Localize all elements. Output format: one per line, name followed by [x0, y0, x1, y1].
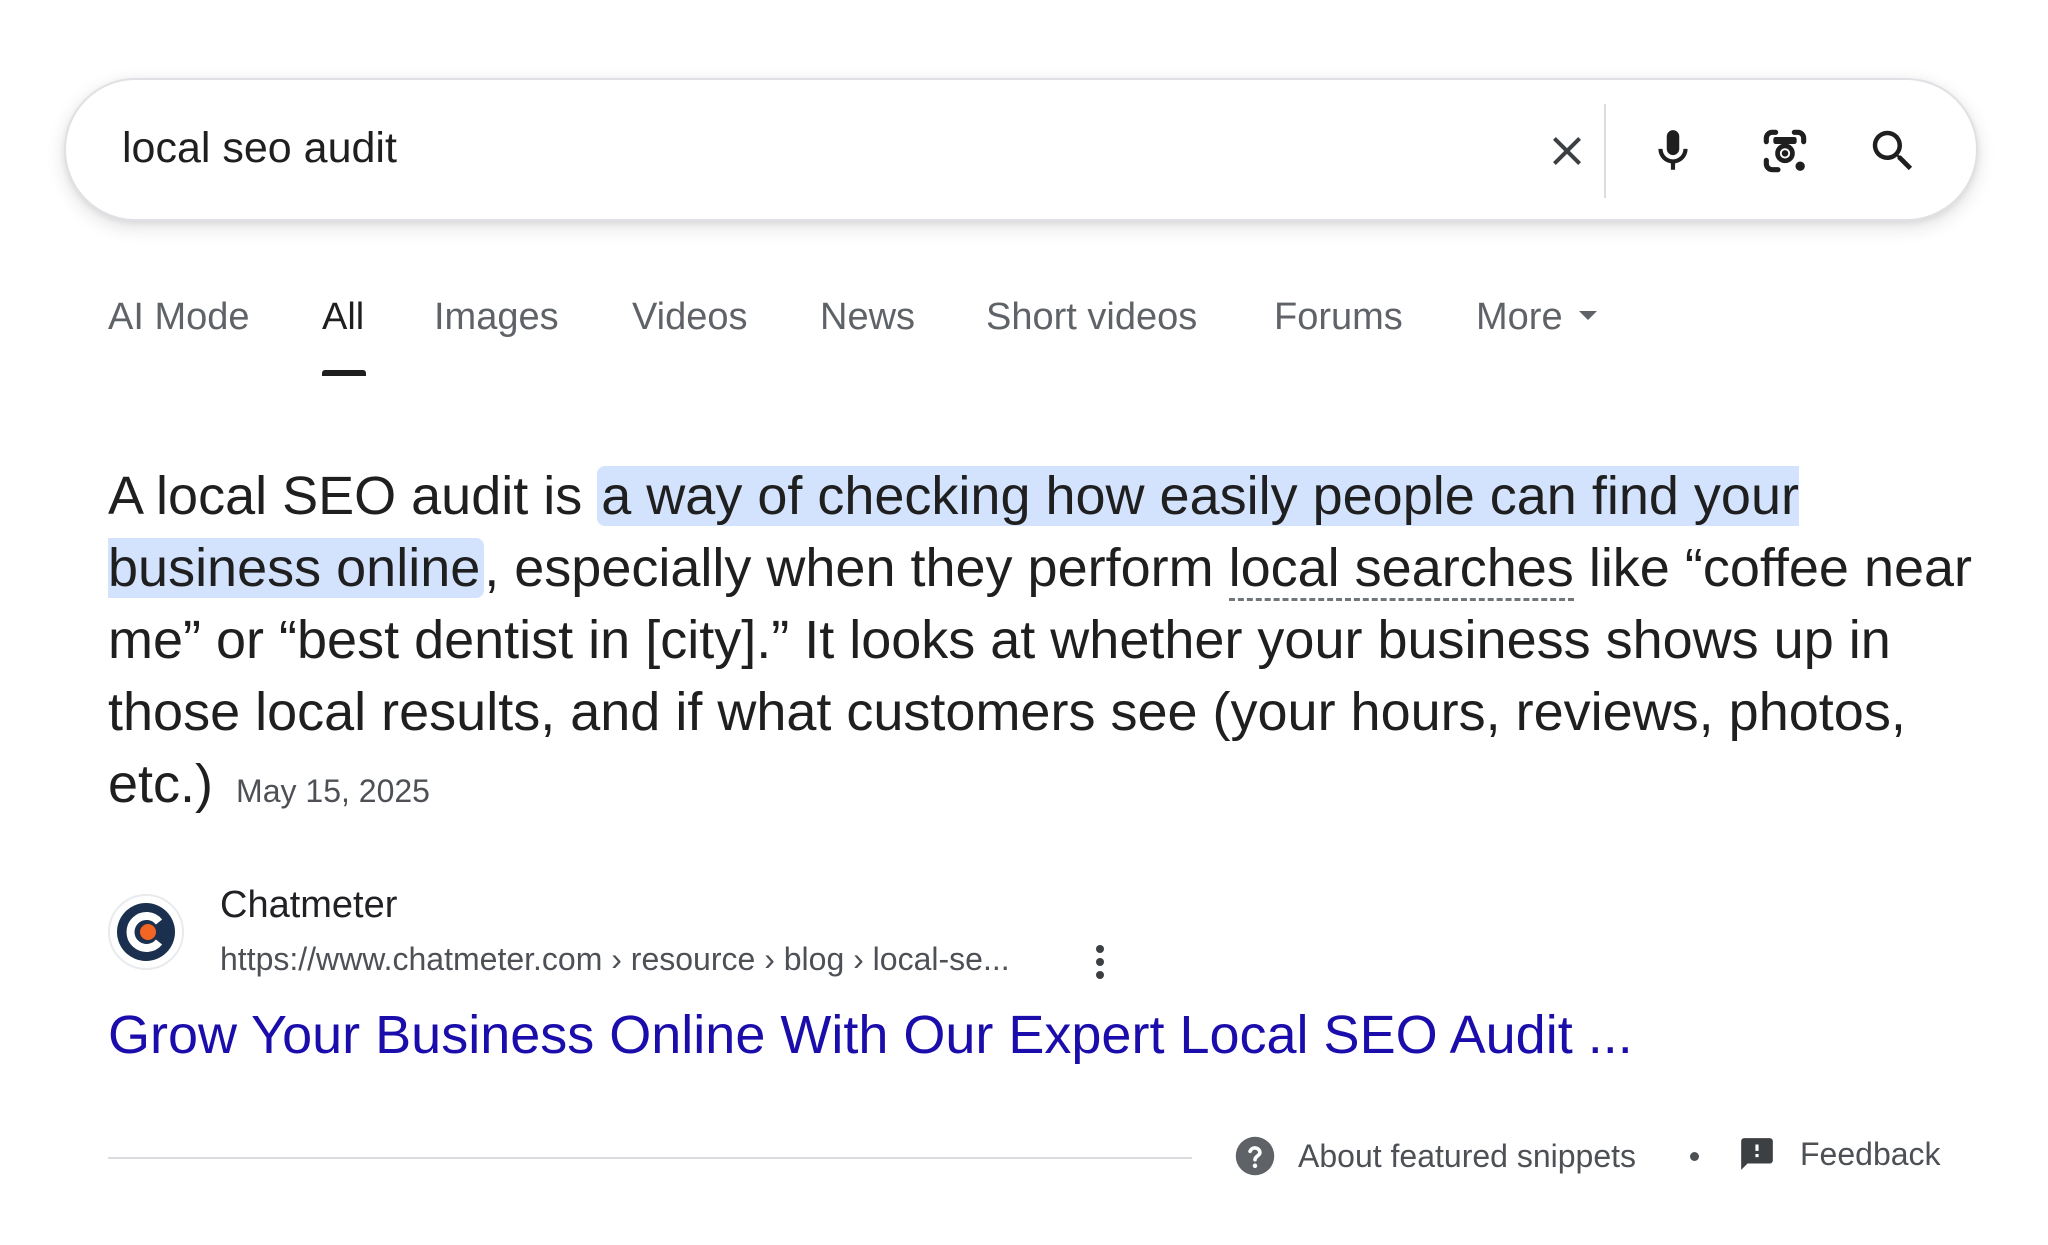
active-tab-indicator [322, 370, 366, 376]
feedback-icon [1741, 1138, 1773, 1170]
search-box-divider [1604, 104, 1606, 198]
tab-videos[interactable]: Videos [632, 296, 748, 339]
feedback-label: Feedback [1800, 1135, 1941, 1172]
help-icon [1235, 1136, 1275, 1176]
snippet-lead: A local SEO audit is [108, 466, 598, 526]
source-url-breadcrumb[interactable]: https://www.chatmeter.com › resource › b… [220, 941, 1010, 978]
footer-divider [108, 1157, 1192, 1159]
about-featured-snippets-button[interactable]: About featured snippets [1234, 1135, 1636, 1177]
source-site-name[interactable]: Chatmeter [220, 884, 397, 927]
search-input[interactable] [122, 124, 1422, 173]
clear-icon[interactable] [1532, 116, 1602, 186]
chatmeter-favicon[interactable] [108, 894, 184, 970]
snippet-term-link[interactable]: local searches [1228, 538, 1574, 601]
snippet-middle: , especially when they perform [484, 538, 1229, 598]
more-options-icon[interactable] [1082, 940, 1118, 984]
search-box[interactable] [64, 78, 1978, 221]
featured-snippet-text: A local SEO audit is a way of checking h… [108, 460, 1988, 827]
chatmeter-logo-icon [117, 903, 175, 961]
footer-separator-dot [1690, 1152, 1699, 1161]
tab-forums[interactable]: Forums [1274, 296, 1403, 339]
about-featured-snippets-label: About featured snippets [1298, 1137, 1637, 1174]
search-results-page: AI Mode All Images Videos News Short vid… [0, 0, 2048, 1245]
snippet-date: May 15, 2025 [236, 773, 430, 809]
result-title-link[interactable]: Grow Your Business Online With Our Exper… [108, 1004, 1633, 1066]
tab-more[interactable]: More [1476, 296, 1597, 339]
caret-down-icon [1578, 311, 1597, 321]
camera-lens-icon[interactable] [1750, 116, 1820, 186]
tab-news[interactable]: News [820, 296, 915, 339]
tab-all[interactable]: All [322, 296, 366, 376]
tab-ai-mode[interactable]: AI Mode [108, 296, 250, 339]
tab-images[interactable]: Images [434, 296, 559, 339]
microphone-icon[interactable] [1638, 116, 1708, 186]
feedback-button[interactable]: Feedback [1738, 1135, 1941, 1173]
search-icon[interactable] [1858, 116, 1928, 186]
tab-short-videos[interactable]: Short videos [986, 296, 1197, 339]
